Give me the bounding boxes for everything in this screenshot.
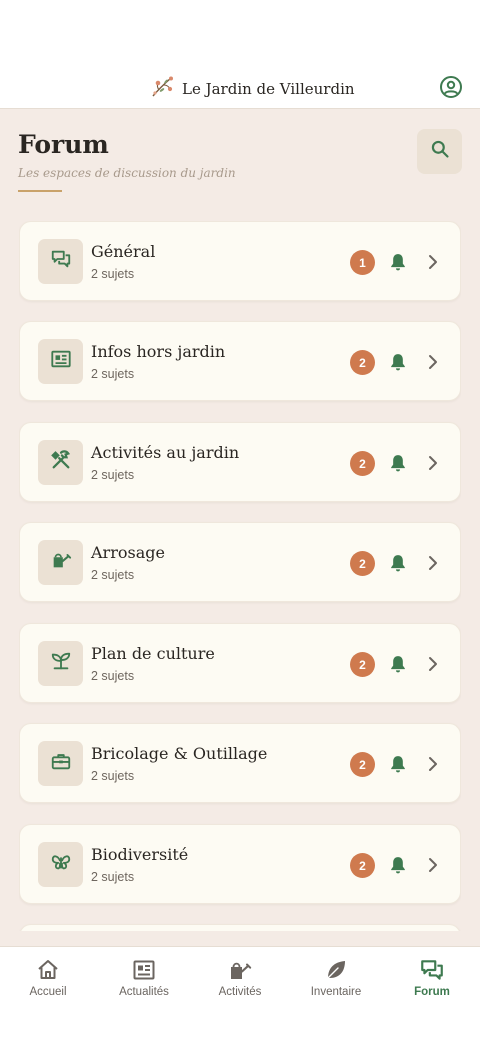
forum-name: Arrosage — [91, 543, 165, 562]
tab-label: Activités — [218, 986, 262, 998]
forum-name: Infos hors jardin — [91, 342, 226, 361]
forum-name: Plan de culture — [91, 644, 215, 663]
status-bar-area — [0, 0, 480, 70]
tab-label: Forum — [414, 986, 450, 998]
forum-icon-box — [38, 239, 83, 284]
unread-badge: 2 — [350, 451, 375, 476]
forum-name: Bricolage & Outillage — [91, 744, 268, 763]
chat-icon — [50, 248, 72, 275]
chevron-right-icon — [429, 657, 437, 671]
account-button[interactable] — [438, 75, 464, 104]
chevron-right-icon — [429, 355, 437, 369]
chevron-right-icon — [429, 858, 437, 872]
bell-icon[interactable] — [388, 754, 408, 774]
forum-icon — [419, 957, 445, 983]
user-circle-icon — [439, 75, 463, 104]
app-header: Le Jardin de Villeurdin — [0, 70, 480, 109]
title-underline — [18, 190, 62, 192]
tab-inventaire[interactable]: Inventaire — [288, 947, 384, 1007]
forum-card-arrosage[interactable]: Arrosage 2 sujets 2 — [19, 522, 461, 602]
app-title: Le Jardin de Villeurdin — [182, 80, 355, 98]
tab-label: Inventaire — [310, 986, 362, 998]
forum-card-infos-hors-jardin[interactable]: Infos hors jardin 2 sujets 2 — [19, 321, 461, 401]
forum-name: Biodiversité — [91, 845, 189, 864]
bell-icon[interactable] — [388, 855, 408, 875]
tab-label: Accueil — [29, 986, 67, 998]
forum-icon-box — [38, 339, 83, 384]
forum-topic-count: 2 sujets — [91, 267, 135, 281]
sprout-icon — [50, 650, 72, 677]
bell-icon[interactable] — [388, 352, 408, 372]
watering-can-icon — [50, 549, 72, 576]
chevron-right-icon — [429, 757, 437, 771]
forum-card-plan-de-culture[interactable]: Plan de culture 2 sujets 2 — [19, 623, 461, 703]
leaf-icon — [323, 957, 349, 983]
flower-branch-logo-icon — [150, 75, 174, 104]
search-icon — [430, 139, 450, 164]
page-header: Forum Les espaces de discussion du jardi… — [18, 128, 462, 192]
chevron-right-icon — [429, 255, 437, 269]
forum-icon-box — [38, 641, 83, 686]
forum-icon-box — [38, 540, 83, 585]
tab-label: Actualités — [119, 986, 169, 998]
unread-badge: 2 — [350, 350, 375, 375]
forum-card-partial[interactable] — [19, 924, 461, 931]
search-button[interactable] — [417, 129, 462, 174]
unread-badge: 2 — [350, 752, 375, 777]
forum-icon-box — [38, 842, 83, 887]
unread-badge: 2 — [350, 853, 375, 878]
forum-card-general[interactable]: Général 2 sujets 1 — [19, 221, 461, 301]
toolbox-icon — [50, 750, 72, 777]
tab-accueil[interactable]: Accueil — [0, 947, 96, 1007]
bell-icon[interactable] — [388, 252, 408, 272]
newspaper-icon — [50, 348, 72, 375]
forum-topic-count: 2 sujets — [91, 870, 135, 884]
unread-badge: 2 — [350, 652, 375, 677]
tab-forum[interactable]: Forum — [384, 947, 480, 1007]
forum-topic-count: 2 sujets — [91, 669, 135, 683]
forum-topic-count: 2 sujets — [91, 769, 135, 783]
page-title: Forum — [18, 130, 109, 159]
tools-icon — [50, 449, 72, 476]
forum-icon-box — [38, 741, 83, 786]
newspaper-icon — [131, 957, 157, 983]
page-subtitle: Les espaces de discussion du jardin — [18, 166, 236, 180]
forum-card-biodiversite[interactable]: Biodiversité 2 sujets 2 — [19, 824, 461, 904]
forum-topic-count: 2 sujets — [91, 468, 135, 482]
unread-badge: 2 — [350, 551, 375, 576]
tab-activites[interactable]: Activités — [192, 947, 288, 1007]
forum-icon-box — [38, 440, 83, 485]
bell-icon[interactable] — [388, 453, 408, 473]
forum-name: Activités au jardin — [91, 443, 240, 462]
forum-card-activites-au-jardin[interactable]: Activités au jardin 2 sujets 2 — [19, 422, 461, 502]
unread-badge: 1 — [350, 250, 375, 275]
butterfly-icon — [50, 851, 72, 878]
forum-topic-count: 2 sujets — [91, 568, 135, 582]
bottom-tab-bar: Accueil Actualités Activités Inventaire … — [0, 946, 480, 1040]
chevron-right-icon — [429, 456, 437, 470]
bell-icon[interactable] — [388, 553, 408, 573]
forum-list: Général 2 sujets 1 Infos hors jardin 2 s… — [19, 221, 461, 931]
home-icon — [35, 957, 61, 983]
forum-card-bricolage-outillage[interactable]: Bricolage & Outillage 2 sujets 2 — [19, 723, 461, 803]
forum-topic-count: 2 sujets — [91, 367, 135, 381]
chevron-right-icon — [429, 556, 437, 570]
tab-actualites[interactable]: Actualités — [96, 947, 192, 1007]
watering-can-icon — [227, 957, 253, 983]
bell-icon[interactable] — [388, 654, 408, 674]
forum-name: Général — [91, 242, 156, 261]
brand[interactable]: Le Jardin de Villeurdin — [150, 76, 355, 102]
